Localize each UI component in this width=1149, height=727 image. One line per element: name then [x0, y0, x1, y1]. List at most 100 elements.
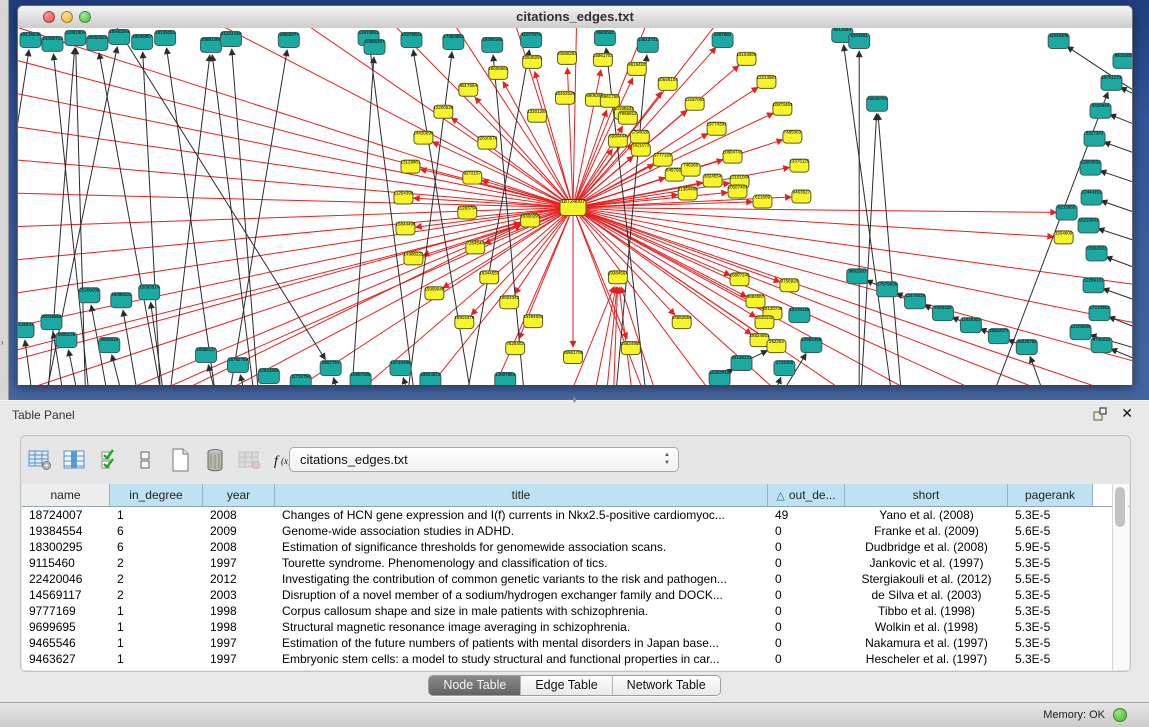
graph-node[interactable]: 9463627 — [792, 190, 811, 203]
graph-node[interactable]: 8817694 — [459, 83, 478, 96]
graph-node[interactable]: 18724007 — [560, 199, 586, 215]
tab-node-table[interactable]: Node Table — [429, 676, 521, 695]
graph-node[interactable]: 11731794 — [290, 374, 311, 385]
column-header-title[interactable]: title — [275, 484, 768, 506]
graph-node[interactable]: 10024343 — [499, 295, 519, 308]
graph-node[interactable]: 11381904 — [65, 30, 86, 45]
graph-node[interactable]: 7485063 — [783, 130, 802, 143]
float-panel-icon[interactable] — [1093, 407, 1107, 421]
graph-node[interactable]: 16844490 — [396, 221, 416, 234]
graph-node[interactable]: 9450426 — [932, 305, 953, 320]
table-row[interactable]: 1872400712008Changes of HCN gene express… — [22, 507, 1129, 523]
graph-node[interactable]: 252254 — [767, 339, 786, 352]
graph-node[interactable]: 14512741 — [637, 37, 658, 52]
graph-node[interactable]: 7625402 — [506, 341, 525, 354]
graph-node[interactable]: 13129861 — [401, 160, 421, 173]
graph-node[interactable]: 12269101 — [1083, 277, 1104, 292]
graph-node[interactable]: 1615132 — [755, 315, 774, 328]
graph-node[interactable]: 12213987 — [757, 75, 777, 88]
network-view[interactable]: 1872400714662554158249501696170876254021… — [18, 28, 1132, 385]
table-row[interactable]: 1830029562008Estimation of significance … — [22, 539, 1129, 555]
window-titlebar[interactable]: citations_edges.txt — [18, 6, 1132, 29]
graph-node[interactable]: 16914479 — [454, 315, 474, 328]
graph-node[interactable]: 10958117 — [196, 347, 217, 362]
graph-node[interactable]: 12476126 — [789, 307, 810, 322]
graph-node[interactable]: 15824950 — [621, 341, 641, 354]
graph-node[interactable]: 13201264 — [527, 109, 547, 122]
vertical-scrollbar[interactable] — [1112, 484, 1128, 670]
graph-node[interactable]: 24055724 — [42, 36, 63, 51]
graph-node[interactable]: 17679938 — [877, 281, 898, 296]
graph-node[interactable]: 15751074 — [1101, 75, 1122, 90]
table-selector-dropdown[interactable]: citations_edges.txt ▲▼ — [289, 447, 679, 472]
import-table-icon[interactable] — [237, 447, 263, 473]
graph-node[interactable]: 1621072 — [631, 143, 650, 156]
graph-node[interactable]: 12187063 — [685, 97, 705, 110]
graph-node[interactable]: 746266 — [681, 163, 700, 176]
graph-node[interactable]: 5905135 — [56, 332, 77, 347]
graph-node[interactable]: 18262071 — [988, 328, 1009, 343]
graph-node[interactable]: 6990444 — [608, 134, 627, 147]
graph-node[interactable]: 16782759 — [227, 357, 248, 372]
graph-node[interactable]: 3824554 — [703, 174, 722, 187]
graph-node[interactable]: 18807249 — [730, 272, 750, 285]
graph-node[interactable]: 7955812 — [618, 111, 637, 124]
graph-node[interactable]: 15093514 — [139, 284, 160, 299]
graph-node[interactable]: 10992458 — [801, 337, 822, 352]
column-header-name[interactable]: name — [22, 484, 110, 506]
graph-node[interactable]: 621609 — [753, 195, 772, 208]
graph-node[interactable]: 9619452 — [627, 62, 646, 75]
close-panel-icon[interactable]: ✕ — [1121, 405, 1133, 422]
column-visibility-icon[interactable] — [62, 447, 88, 473]
table-row[interactable]: 911546021997Tourette syndrome. Phenomeno… — [22, 555, 1129, 571]
table-row[interactable]: 946554611997Estimation of the future num… — [22, 635, 1129, 651]
graph-node[interactable]: 15692931 — [1086, 245, 1107, 260]
west-panel-handle[interactable]: › — [1, 338, 4, 347]
tab-network-table[interactable]: Network Table — [613, 676, 720, 695]
graph-node[interactable]: 9857791 — [320, 360, 341, 375]
graph-node[interactable]: 14420099 — [413, 131, 433, 144]
graph-node[interactable]: 9203281 — [849, 33, 870, 48]
graph-node[interactable]: 16648784 — [867, 96, 888, 111]
graph-node[interactable]: 16462526 — [555, 91, 575, 104]
graph-node[interactable]: 19466160 — [482, 37, 503, 52]
graph-node[interactable]: 20056522 — [87, 35, 108, 50]
graph-node[interactable]: 10655257 — [364, 39, 385, 54]
graph-node[interactable]: 11077374 — [521, 32, 542, 47]
graph-node[interactable]: 8215955 — [1056, 204, 1077, 219]
graph-node[interactable]: 9862920 — [847, 268, 868, 283]
graph-node[interactable]: 1554609 — [1054, 230, 1073, 243]
graph-node[interactable]: 19136842 — [18, 322, 34, 337]
graph-node[interactable]: 21364486 — [678, 187, 698, 200]
graph-node[interactable]: 19384554 — [608, 270, 628, 283]
graph-node[interactable]: 16961708 — [563, 350, 583, 363]
table-row[interactable]: 946362711997Embryonic stem cells: a mode… — [22, 651, 1129, 667]
network-canvas[interactable]: 1872400714662554158249501696170876254021… — [18, 28, 1132, 385]
table-row[interactable]: 969969511998Structural magnetic resonanc… — [22, 619, 1129, 635]
graph-node[interactable]: 16252918 — [709, 370, 730, 385]
graph-node[interactable]: 6961758 — [600, 94, 619, 107]
graph-node[interactable]: 9746022 — [1091, 337, 1112, 352]
graph-node[interactable]: 12093832 — [1080, 160, 1101, 175]
graph-node[interactable]: 9756928 — [780, 278, 799, 291]
graph-node[interactable]: 10548104 — [658, 77, 678, 90]
graph-node[interactable]: 19924510 — [420, 372, 441, 385]
graph-node[interactable]: 20691406 — [201, 37, 222, 52]
table-row[interactable]: 1456911722003Disruption of a novel membe… — [22, 587, 1129, 603]
column-header-out_degree[interactable]: △out_de... — [768, 484, 845, 506]
graph-node[interactable]: 18300295 — [520, 213, 540, 226]
graph-node[interactable]: 15184503 — [523, 314, 543, 327]
graph-node[interactable]: 10973493 — [772, 102, 792, 115]
column-header-in_degree[interactable]: in_degree — [110, 484, 203, 506]
graph-node[interactable]: 9272157 — [463, 171, 482, 184]
graph-node[interactable]: 9505815 — [99, 337, 120, 352]
column-header-year[interactable]: year — [203, 484, 275, 506]
memory-status-icon[interactable] — [1113, 708, 1127, 722]
graph-node[interactable]: 11254399 — [394, 191, 414, 204]
graph-node[interactable]: 2687682 — [712, 32, 733, 47]
graph-node[interactable]: 7264544 — [466, 240, 485, 253]
graph-node[interactable]: 18957206 — [350, 372, 371, 385]
graph-node[interactable]: 12104539 — [1070, 324, 1091, 339]
graph-node[interactable]: 18839057 — [132, 34, 153, 49]
graph-node[interactable]: 9777169 — [653, 153, 672, 166]
